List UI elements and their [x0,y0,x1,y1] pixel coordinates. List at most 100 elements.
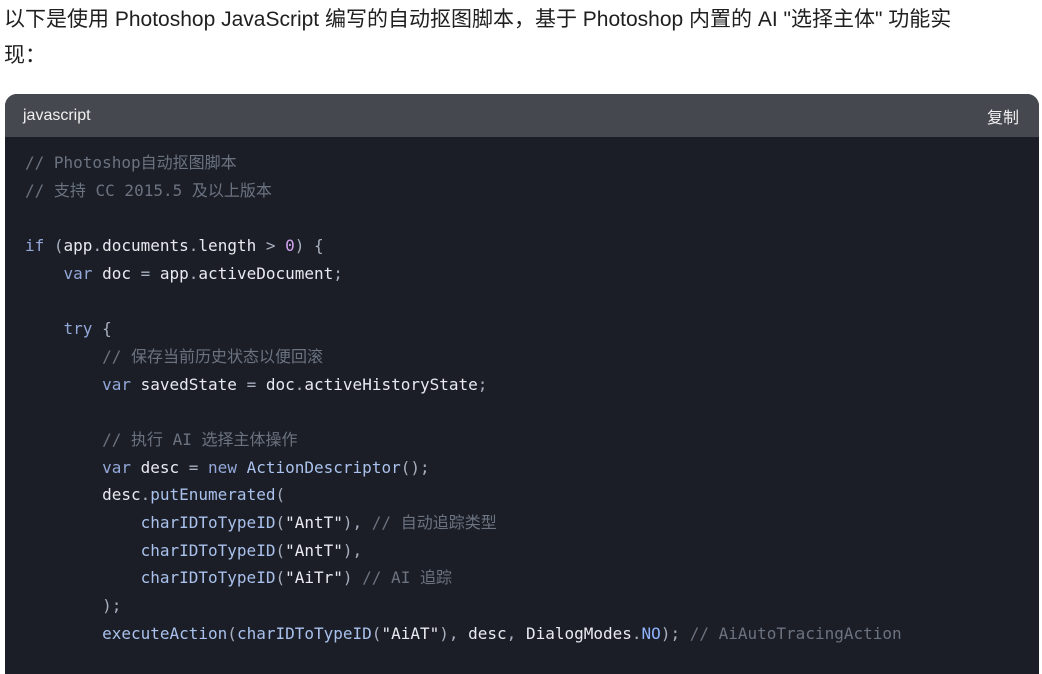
code-token-ident: doc [265,374,295,394]
code-token-comment: // 执行 AI 选择主体操作 [102,429,298,449]
code-token-const: NO [641,623,661,643]
code-token-punct: ), [439,623,469,643]
code-token-punct: ( [44,236,64,256]
code-token-keyword: new [208,457,237,477]
code-token-punct [25,568,141,587]
code-token-comment: // 保存当前历史状态以便回滚 [102,346,323,366]
copy-button[interactable]: 复制 [987,104,1019,128]
code-token-comment: // Photoshop自动抠图脚本 [25,153,237,172]
code-token-comment: // AiAutoTracingAction [689,623,902,643]
code-token-func: executeAction [102,623,228,643]
code-line: if (app.documents.length > 0) { [25,232,1039,260]
code-token-punct: ( [275,512,286,532]
code-token-punct: = [130,263,160,283]
intro-paragraph: 以下是使用 Photoshop JavaScript 编写的自动抠图脚本，基于 … [4,2,1034,74]
code-token-func: ActionDescriptor [236,457,401,477]
code-line: desc.putEnumerated( [25,481,1039,509]
code-token-punct: . [188,263,199,283]
code-token-string: "AntT" [285,512,343,532]
code-token-ident: desc [130,457,180,477]
code-token-ident: length [198,236,257,256]
code-token-punct: ( [227,623,237,643]
code-line: executeAction(charIDToTypeID("AiAT"), de… [25,620,1039,648]
code-token-comment: // AI 追踪 [362,568,452,588]
code-line: // 执行 AI 选择主体操作 [25,426,1039,454]
code-token-punct: ), [342,512,372,532]
intro-line-1: 以下是使用 Photoshop JavaScript 编写的自动抠图脚本，基于 … [4,8,952,31]
code-line: // 保存当前历史状态以便回滚 [25,343,1039,371]
code-token-string: "AiAT" [381,623,440,643]
code-token-comment: // 自动追踪类型 [371,512,497,532]
code-line: // 支持 CC 2015.5 及以上版本 [25,177,1039,205]
code-token-punct: ; [477,374,488,394]
code-token-ident: desc [468,623,507,643]
code-token-keyword: try [63,319,93,339]
code-token-ident: activeDocument [198,263,334,283]
code-token-ident: doc [92,263,131,283]
code-token-func: charIDToTypeID [140,512,276,532]
code-token-keyword: if [25,236,45,256]
code-token-punct: ); [25,596,122,615]
code-token-punct: , [506,623,526,643]
code-token-punct [25,319,64,338]
code-token-string: "AntT" [285,540,343,560]
code-token-punct: . [188,236,199,256]
code-token-punct: ); [660,623,690,643]
code-token-func: charIDToTypeID [140,568,276,588]
code-token-func: charIDToTypeID [140,540,276,560]
code-content[interactable]: // Photoshop自动抠图脚本// 支持 CC 2015.5 及以上版本 … [5,137,1039,647]
code-line: // Photoshop自动抠图脚本 [25,149,1039,177]
code-token-ident: app [63,236,93,256]
code-line: var savedState = doc.activeHistoryState; [25,371,1039,399]
code-token-punct: ), [342,540,363,560]
code-block: javascript 复制 // Photoshop自动抠图脚本 // 支持 CC… [5,94,1039,674]
code-line: charIDToTypeID("AiTr") // AI 追踪 [25,564,1039,592]
code-token-punct: . [92,236,103,256]
code-line: try { [25,315,1039,343]
code-token-ident: savedState [130,374,237,394]
code-line: charIDToTypeID("AntT"), // 自动追踪类型 [25,509,1039,537]
code-token-punct [25,485,102,504]
code-block-header: javascript 复制 [5,94,1039,137]
code-token-punct [25,458,102,477]
code-token-punct: ) [342,568,363,588]
intro-line-2: 现： [4,44,46,67]
code-line: charIDToTypeID("AntT"), [25,537,1039,565]
code-token-ident: activeHistoryState [304,374,478,394]
code-token-punct [25,430,102,449]
code-line: var doc = app.activeDocument; [25,260,1039,288]
code-token-func: putEnumerated [150,485,276,505]
code-token-punct: ( [275,568,286,588]
code-token-punct: (); [400,457,430,477]
code-token-punct [25,624,102,643]
code-token-punct: = [179,457,209,477]
code-token-punct: . [294,374,305,394]
code-token-punct: . [140,485,151,505]
code-token-punct: ( [275,485,286,505]
code-token-number: 0 [285,236,295,256]
code-token-ident: DialogModes [525,623,632,643]
code-token-ident: desc [102,485,141,505]
code-token-keyword: var [102,374,131,394]
code-token-punct: ( [275,540,286,560]
code-token-keyword: var [63,263,93,283]
code-token-punct: ( [371,623,382,643]
code-token-punct: > [256,236,286,256]
code-token-keyword: var [102,457,131,477]
code-token-func: charIDToTypeID [236,623,372,643]
code-token-punct: ; [333,263,343,283]
code-token-punct [25,264,64,283]
code-token-punct [25,541,141,560]
code-token-punct: = [236,374,266,394]
code-token-ident: app [159,263,189,283]
code-language-label: javascript [23,106,91,124]
code-line: var desc = new ActionDescriptor(); [25,454,1039,482]
code-token-punct [25,513,141,532]
code-token-comment: // 支持 CC 2015.5 及以上版本 [25,180,272,200]
code-token-punct [25,375,102,394]
code-token-punct: ) { [294,236,324,256]
code-token-string: "AiTr" [285,568,343,588]
code-token-ident: documents [102,236,189,256]
